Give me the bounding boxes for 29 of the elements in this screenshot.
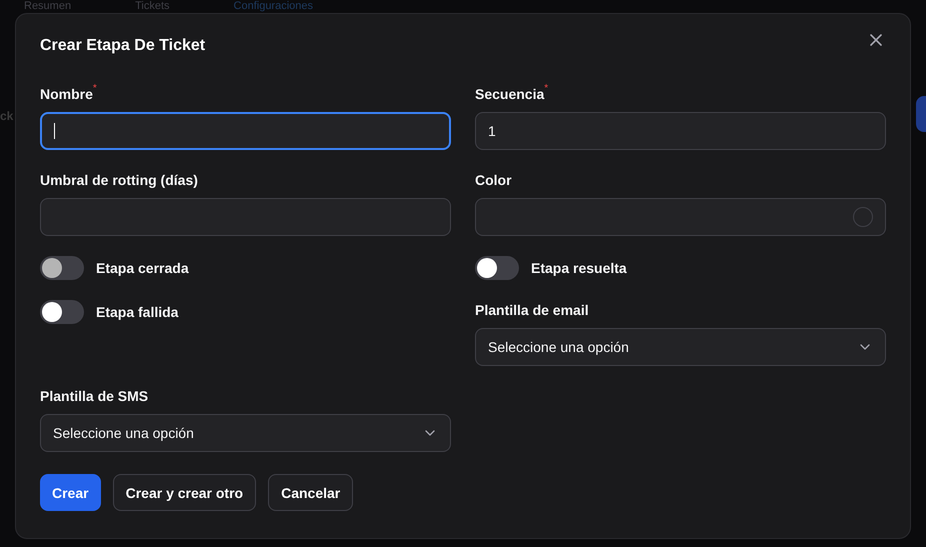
button-edge bbox=[916, 96, 926, 132]
input-field[interactable]: 1 bbox=[475, 112, 886, 150]
field-label: Umbral de rotting (días) bbox=[40, 171, 198, 190]
color-field[interactable] bbox=[475, 198, 886, 236]
color-swatch-icon bbox=[853, 207, 873, 227]
select-value: Seleccione una opción bbox=[53, 424, 194, 443]
field-label: Color bbox=[475, 171, 512, 190]
toggle-label: Etapa fallida bbox=[96, 303, 178, 322]
toggle-label: Etapa cerrada bbox=[96, 259, 189, 278]
toggle-switch[interactable] bbox=[475, 256, 519, 280]
toggle-label: Etapa resuelta bbox=[531, 259, 627, 278]
select-field[interactable]: Seleccione una opción bbox=[40, 414, 451, 452]
toggle-switch[interactable] bbox=[40, 300, 84, 324]
input-field[interactable] bbox=[40, 112, 451, 150]
select-field[interactable]: Seleccione una opción bbox=[475, 328, 886, 366]
field-label: Plantilla de email bbox=[475, 301, 589, 320]
dialog-title: Crear Etapa De Ticket bbox=[40, 36, 206, 56]
text-caret bbox=[54, 123, 55, 139]
dialog-button[interactable]: Crear y crear otro bbox=[112, 474, 256, 511]
input-field[interactable] bbox=[40, 198, 451, 236]
field-label: Secuencia bbox=[475, 85, 544, 104]
field-label: Plantilla de SMS bbox=[40, 387, 148, 406]
required-mark: * bbox=[544, 84, 548, 94]
select-value: Seleccione una opción bbox=[488, 338, 629, 357]
dialog-button[interactable]: Crear bbox=[40, 474, 101, 511]
field-label: Nombre bbox=[40, 85, 93, 104]
required-mark: * bbox=[92, 84, 97, 94]
dialog-button[interactable]: Cancelar bbox=[268, 474, 354, 511]
field-value: 1 bbox=[488, 122, 496, 141]
